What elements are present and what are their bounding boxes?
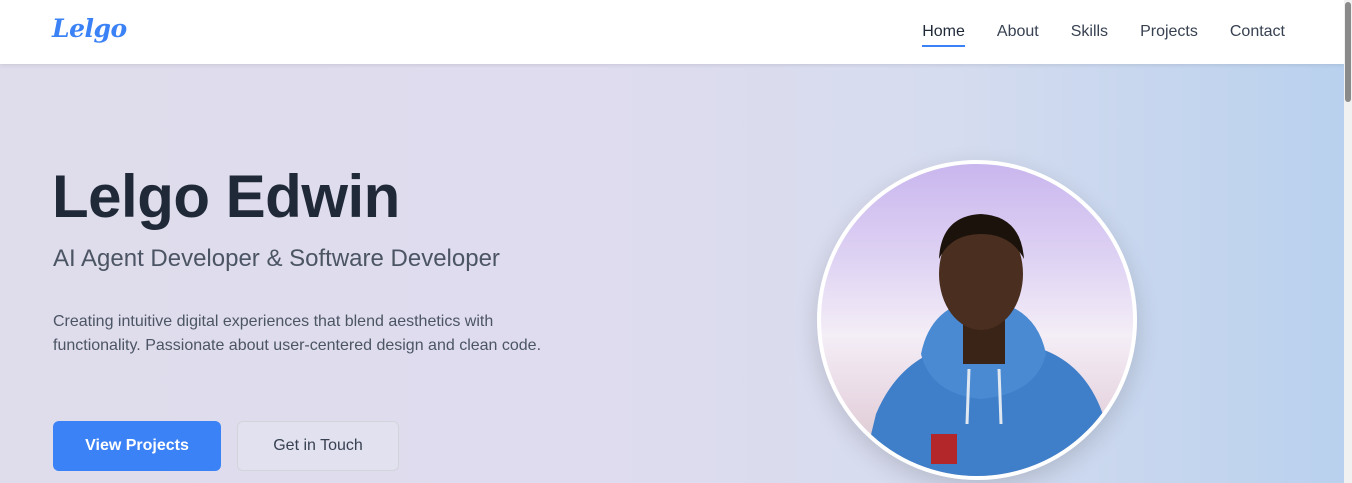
hero-description: Creating intuitive digital experiences t… bbox=[53, 313, 542, 354]
nav-links: Home About Skills Projects Contact bbox=[890, 0, 1285, 64]
nav-link-projects[interactable]: Projects bbox=[1140, 23, 1198, 41]
navbar: Lelgo Home About Skills Projects Contact bbox=[0, 0, 1344, 64]
page: Lelgo Home About Skills Projects Contact… bbox=[0, 0, 1344, 483]
nav-link-contact[interactable]: Contact bbox=[1230, 23, 1285, 41]
scrollbar-thumb[interactable] bbox=[1345, 2, 1351, 102]
nav-link-skills[interactable]: Skills bbox=[1071, 23, 1108, 41]
view-projects-button[interactable]: View Projects bbox=[53, 421, 221, 471]
hero-name: Lelgo Edwin bbox=[52, 163, 400, 230]
person-portrait-illustration bbox=[861, 214, 1121, 476]
logo[interactable]: Lelgo bbox=[52, 14, 127, 43]
nav-link-home[interactable]: Home bbox=[922, 23, 965, 47]
profile-photo bbox=[817, 160, 1137, 480]
page-scrollbar[interactable] bbox=[1344, 0, 1352, 483]
hero-subtitle: AI Agent Developer & Software Developer bbox=[53, 245, 500, 272]
nav-link-about[interactable]: About bbox=[997, 23, 1039, 41]
get-in-touch-button[interactable]: Get in Touch bbox=[237, 421, 399, 471]
